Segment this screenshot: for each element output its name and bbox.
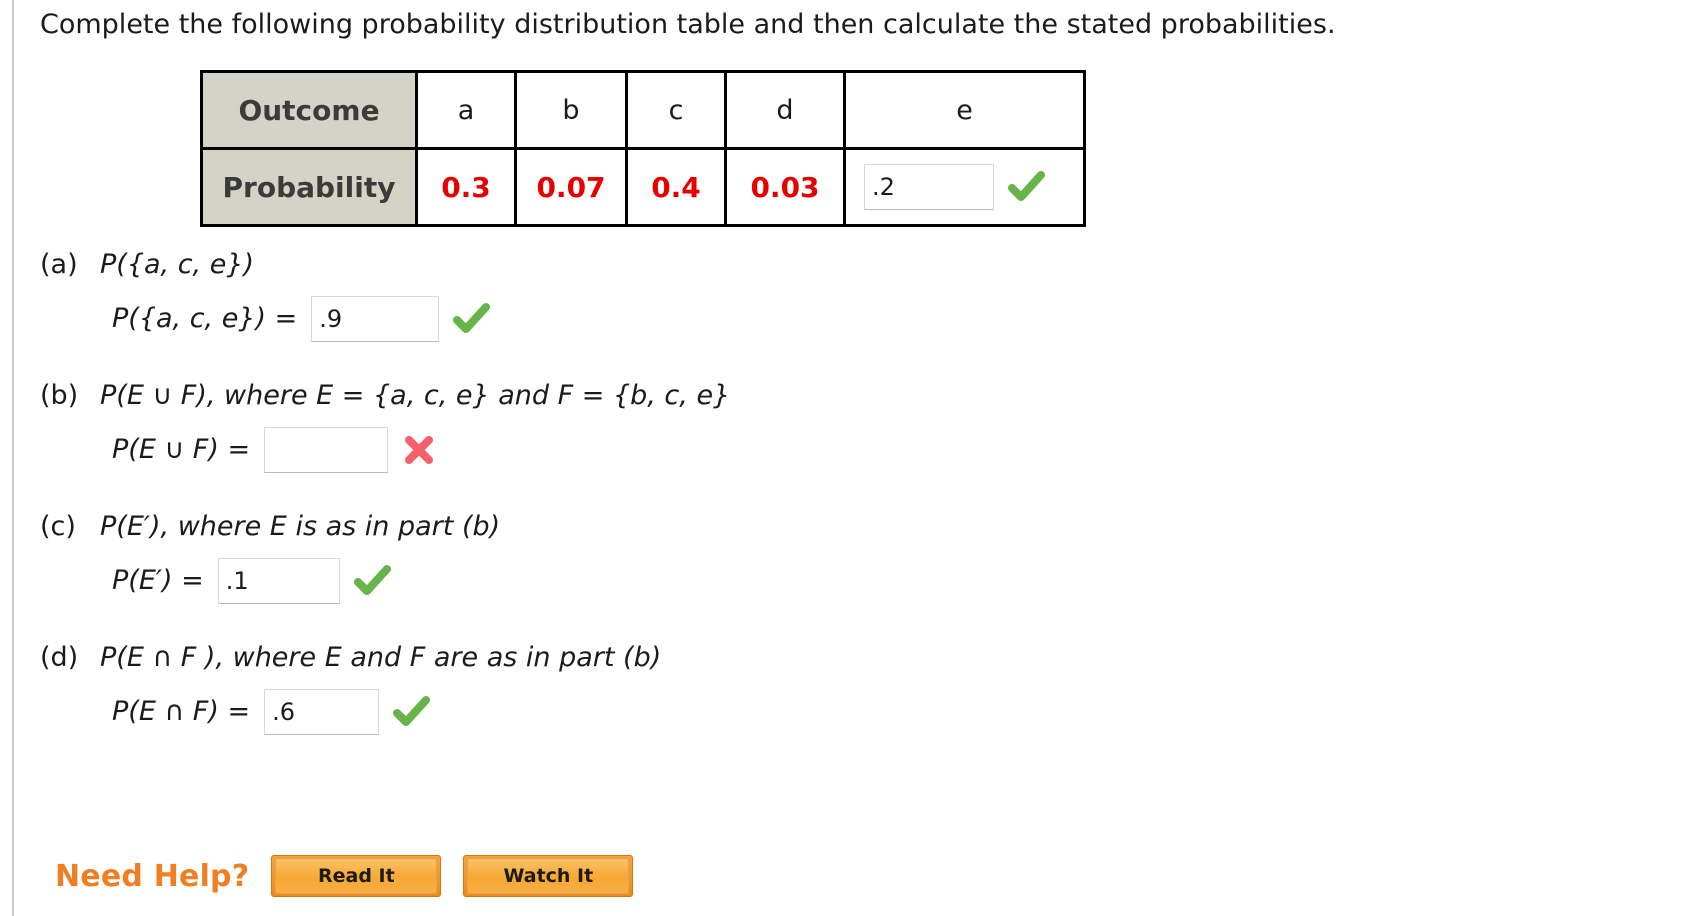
probability-cell-e: .2 — [843, 147, 1086, 227]
part-c-answer-line: P(E′) = .1 — [112, 558, 500, 604]
green-check-icon — [393, 695, 431, 729]
row-header-probability: Probability — [200, 147, 418, 227]
need-help-section: Need Help? Read It Watch It — [55, 855, 634, 897]
probability-e-input-group: .2 — [852, 164, 1077, 210]
part-c-label: (c) — [40, 511, 76, 542]
part-a-answer-line: P({a, c, e}) = .9 — [112, 296, 491, 342]
probability-cell-b: 0.07 — [514, 147, 628, 227]
green-check-icon — [353, 564, 392, 598]
part-b-label: (b) — [40, 380, 79, 411]
outcome-cell-e: e — [843, 70, 1086, 150]
question-part-b: (b) P(E ∪ F), where E = {a, c, e} and F =… — [40, 379, 730, 473]
probability-cell-c: 0.4 — [625, 147, 727, 227]
part-b-answer-input[interactable] — [264, 427, 389, 473]
part-c-answer-label: P(E′) = — [112, 565, 204, 596]
outcome-cell-c: c — [625, 70, 727, 150]
page-title: Complete the following probability distr… — [40, 9, 1336, 40]
outcome-cell-b: b — [514, 70, 628, 150]
probability-e-input[interactable]: .2 — [864, 164, 994, 210]
part-d-label: (d) — [40, 642, 79, 673]
outcome-cell-d: d — [724, 70, 846, 150]
part-a-label: (a) — [40, 249, 78, 280]
part-d-answer-input[interactable]: .6 — [264, 689, 380, 735]
part-a-answer-label: P({a, c, e}) = — [112, 303, 298, 334]
question-part-a: (a) P({a, c, e}) P({a, c, e}) = .9 — [40, 248, 491, 342]
green-check-icon — [1008, 170, 1046, 204]
red-x-icon — [402, 433, 440, 467]
watch-it-button[interactable]: Watch It — [463, 855, 634, 897]
read-it-button[interactable]: Read It — [271, 855, 442, 897]
row-header-outcome: Outcome — [200, 70, 418, 150]
probability-cell-a: 0.3 — [415, 147, 517, 227]
watch-it-button-label: Watch It — [467, 858, 630, 894]
probability-cell-d: 0.03 — [724, 147, 846, 227]
read-it-button-label: Read It — [275, 858, 438, 894]
part-b-question-text: P(E ∪ F), where E = {a, c, e} and F = {b… — [100, 380, 731, 411]
part-b-answer-label: P(E ∪ F) = — [112, 434, 251, 465]
part-b-answer-line: P(E ∪ F) = — [112, 427, 730, 473]
part-c-question-line: (c) P(E′), where E is as in part (b) — [40, 510, 500, 544]
table-row-outcome: Outcome a b c d e — [200, 70, 1086, 150]
table-row-probability: Probability 0.3 0.07 0.4 0.03 .2 — [200, 147, 1086, 227]
part-d-question-text: P(E ∩ F ), where E and F are as in part … — [100, 642, 662, 673]
outcome-cell-a: a — [415, 70, 517, 150]
part-d-answer-label: P(E ∩ F) = — [112, 696, 251, 727]
question-part-d: (d) P(E ∩ F ), where E and F are as in pa… — [40, 641, 661, 735]
part-d-answer-line: P(E ∩ F) = .6 — [112, 689, 661, 735]
probability-distribution-table: Outcome a b c d e Probability 0.3 0.07 0… — [200, 70, 1086, 227]
green-check-icon — [453, 302, 491, 336]
part-c-answer-input[interactable]: .1 — [217, 558, 340, 604]
part-d-question-line: (d) P(E ∩ F ), where E and F are as in pa… — [40, 641, 661, 675]
need-help-label: Need Help? — [55, 858, 250, 894]
part-b-question-line: (b) P(E ∪ F), where E = {a, c, e} and F =… — [40, 379, 730, 413]
part-a-question-text: P({a, c, e}) — [100, 249, 255, 280]
part-c-question-text: P(E′), where E is as in part (b) — [100, 511, 501, 542]
exercise-page: Complete the following probability distr… — [0, 0, 1708, 916]
part-a-question-line: (a) P({a, c, e}) — [40, 248, 491, 282]
part-a-answer-input[interactable]: .9 — [311, 296, 440, 342]
question-part-c: (c) P(E′), where E is as in part (b) P(E′… — [40, 510, 500, 604]
